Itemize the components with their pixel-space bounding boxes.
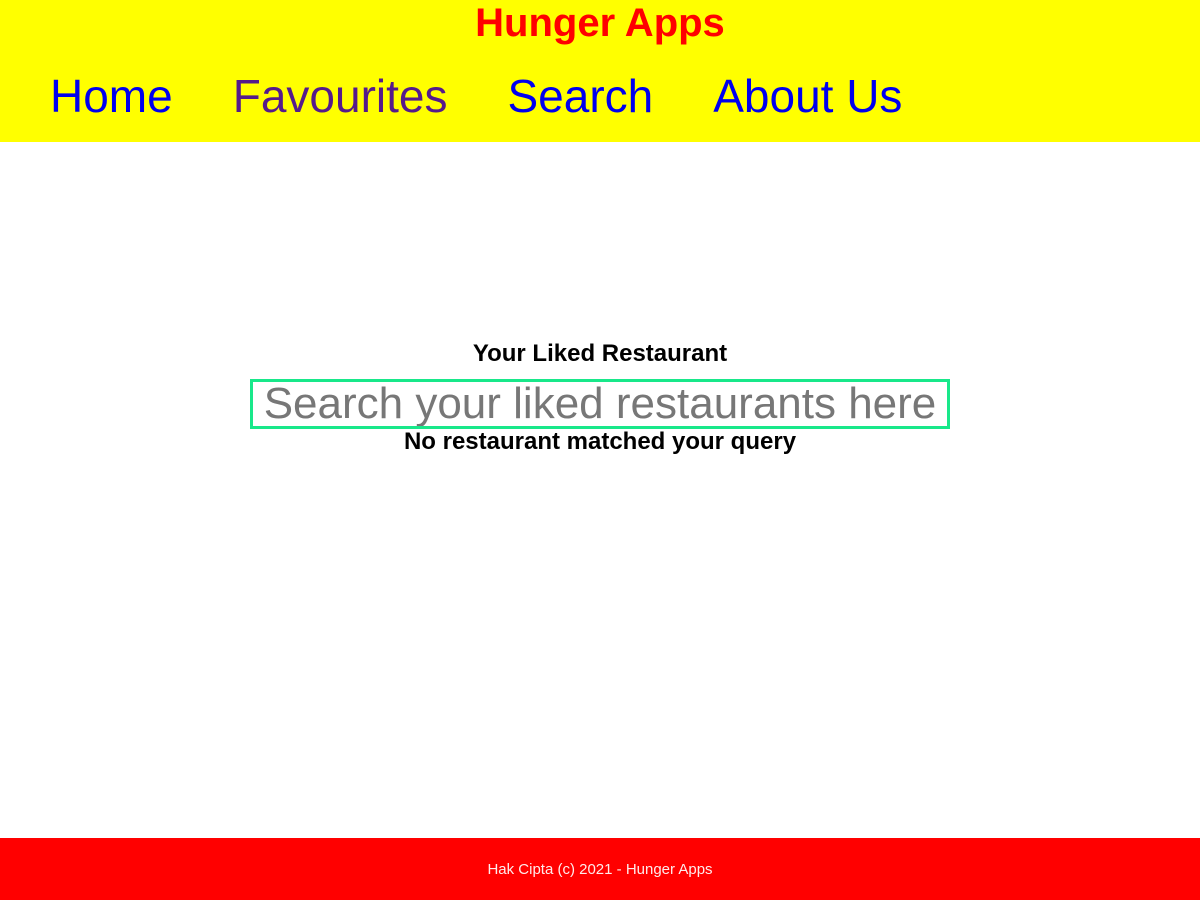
copyright-text: Hak Cipta (c) 2021 - Hunger Apps [487,860,713,878]
nav-link-search[interactable]: Search [507,68,653,124]
nav-link-about-us[interactable]: About Us [713,68,902,124]
search-input[interactable] [250,379,950,429]
section-title: Your Liked Restaurant [472,340,728,367]
app-title: Hunger Apps [475,1,725,45]
nav-link-favourites[interactable]: Favourites [233,68,448,124]
nav-link-home[interactable]: Home [50,68,173,124]
empty-result-message: No restaurant matched your query [403,428,797,455]
app-footer: Hak Cipta (c) 2021 - Hunger Apps [0,838,1200,900]
main-nav: Home Favourites Search About Us [50,68,962,124]
app-header: Hunger Apps Home Favourites Search About… [0,0,1200,142]
main-content: Your Liked Restaurant No restaurant matc… [0,142,1200,838]
page: Hunger Apps Home Favourites Search About… [0,0,1200,900]
